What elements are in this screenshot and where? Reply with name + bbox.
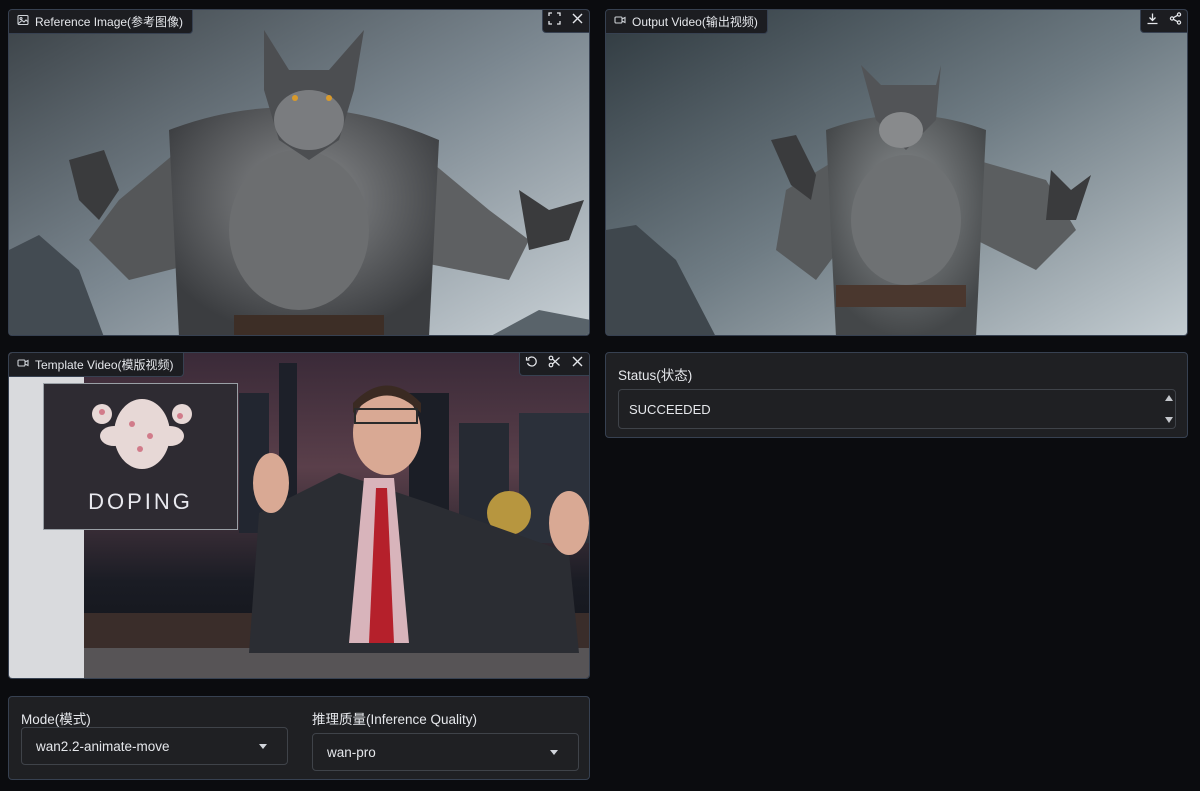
- scroll-down-icon[interactable]: [1164, 417, 1173, 423]
- status-panel: Status(状态) SUCCEEDED: [605, 352, 1188, 438]
- chevron-down-icon: [259, 744, 267, 749]
- reference-image-title: Reference Image(参考图像): [35, 15, 184, 29]
- status-value: SUCCEEDED: [629, 401, 711, 417]
- undo-icon: [525, 355, 538, 373]
- template-video-panel: DOPING Template Video(模版视频): [8, 352, 590, 679]
- fullscreen-icon: [548, 12, 561, 30]
- fullscreen-button[interactable]: [543, 10, 566, 32]
- clear-template-button[interactable]: [566, 353, 589, 375]
- reference-image-label: Reference Image(参考图像): [9, 10, 194, 34]
- doping-text: DOPING: [88, 489, 193, 514]
- video-icon: [614, 14, 626, 29]
- reference-image-toolbar: [542, 10, 589, 33]
- status-textbox[interactable]: SUCCEEDED: [618, 389, 1176, 429]
- download-icon: [1146, 12, 1159, 30]
- reference-image: [9, 10, 589, 335]
- chevron-down-icon: [550, 750, 558, 755]
- share-button[interactable]: [1164, 10, 1187, 32]
- textbox-scrollbar[interactable]: [1164, 392, 1173, 426]
- mode-label: Mode(模式): [21, 712, 91, 727]
- share-icon: [1169, 12, 1182, 30]
- status-label: Status(状态): [618, 368, 693, 383]
- settings-panel: Mode(模式) wan2.2-animate-move 推理质量(Infere…: [8, 696, 590, 780]
- output-video-panel: Output Video(输出视频): [605, 9, 1188, 336]
- close-icon: [571, 355, 584, 373]
- template-video-title: Template Video(模版视频): [35, 358, 174, 372]
- mode-dropdown[interactable]: wan2.2-animate-move: [21, 727, 288, 765]
- template-video-label: Template Video(模版视频): [9, 353, 184, 377]
- output-video-toolbar: [1140, 10, 1187, 33]
- trim-button[interactable]: [543, 353, 566, 375]
- output-video[interactable]: [606, 10, 1187, 335]
- undo-button[interactable]: [520, 353, 543, 375]
- clear-reference-button[interactable]: [566, 10, 589, 32]
- mode-value: wan2.2-animate-move: [36, 738, 170, 754]
- quality-value: wan-pro: [327, 744, 376, 760]
- quality-dropdown[interactable]: wan-pro: [312, 733, 579, 771]
- template-video-toolbar: [519, 353, 589, 376]
- scissors-icon: [548, 355, 561, 373]
- download-button[interactable]: [1141, 10, 1164, 32]
- video-icon: [17, 357, 29, 372]
- muscle-pills-graphic: [92, 399, 192, 469]
- output-video-title: Output Video(输出视频): [632, 15, 758, 29]
- image-icon: [17, 14, 29, 29]
- template-video[interactable]: DOPING: [9, 353, 589, 678]
- reference-image-panel: Reference Image(参考图像): [8, 9, 590, 336]
- scroll-up-icon[interactable]: [1164, 395, 1173, 401]
- close-icon: [571, 12, 584, 30]
- output-video-label: Output Video(输出视频): [606, 10, 768, 34]
- quality-label: 推理质量(Inference Quality): [312, 712, 478, 727]
- doping-inset: DOPING: [43, 383, 238, 530]
